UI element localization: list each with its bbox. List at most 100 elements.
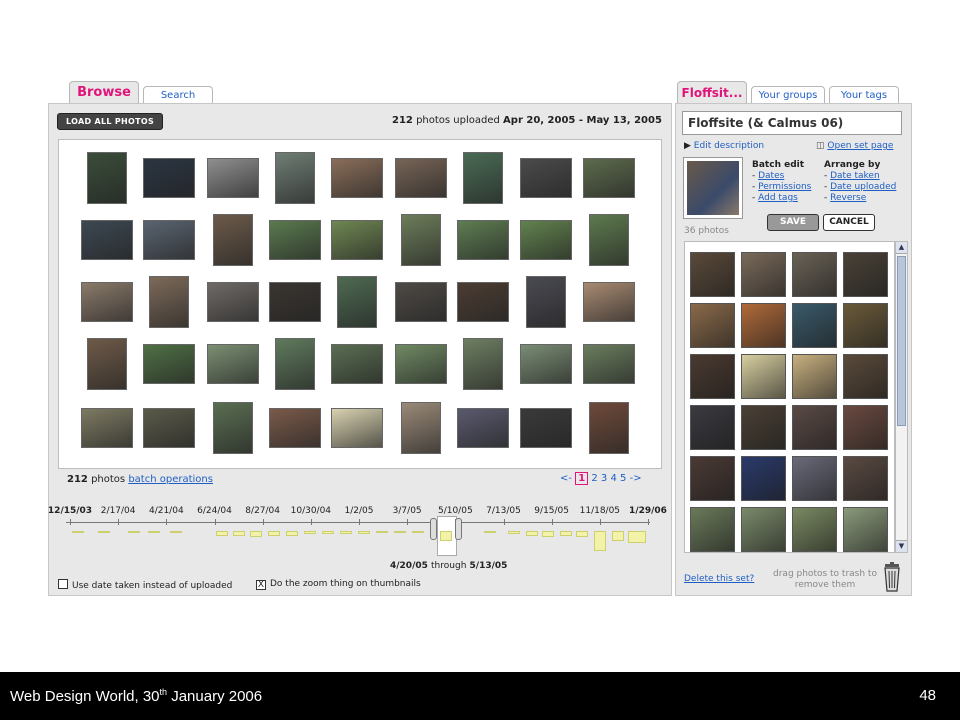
set-photo-thumbnail[interactable]: [792, 252, 837, 297]
photo-thumbnail[interactable]: [520, 344, 572, 384]
pager-next[interactable]: ->: [630, 473, 642, 484]
photo-thumbnail[interactable]: [87, 152, 127, 204]
photo-thumbnail[interactable]: [87, 338, 127, 390]
scroll-down-icon[interactable]: ▼: [896, 540, 907, 552]
set-photo-thumbnail[interactable]: [843, 303, 888, 348]
photo-thumbnail[interactable]: [457, 282, 509, 322]
scroll-thumb[interactable]: [897, 256, 906, 426]
option-zoom[interactable]: X Do the zoom thing on thumbnails: [256, 579, 421, 590]
photo-thumbnail[interactable]: [401, 214, 441, 266]
photo-thumbnail[interactable]: [207, 344, 259, 384]
tab-your-tags[interactable]: Your tags: [829, 86, 899, 104]
tab-your-groups[interactable]: Your groups: [751, 86, 825, 104]
open-set-page[interactable]: ◫ Open set page: [816, 141, 893, 151]
photo-thumbnail[interactable]: [269, 220, 321, 260]
set-photo-thumbnail[interactable]: [843, 252, 888, 297]
photo-thumbnail[interactable]: [81, 220, 133, 260]
set-photo-thumbnail[interactable]: [690, 354, 735, 399]
photo-thumbnail[interactable]: [395, 158, 447, 198]
batch-permissions-link[interactable]: Permissions: [758, 182, 811, 192]
edit-description[interactable]: ▶ Edit description: [684, 141, 764, 151]
set-photo-thumbnail[interactable]: [843, 507, 888, 552]
tab-set[interactable]: Floffsit...: [677, 81, 747, 104]
batch-add-tags-link[interactable]: Add tags: [758, 193, 798, 203]
set-photo-thumbnail[interactable]: [792, 354, 837, 399]
save-button[interactable]: SAVE: [767, 214, 819, 231]
batch-operations-link[interactable]: batch operations: [128, 474, 213, 485]
range-handle-start[interactable]: [430, 518, 437, 540]
photo-thumbnail[interactable]: [143, 220, 195, 260]
photo-thumbnail[interactable]: [589, 402, 629, 454]
set-photo-thumbnail[interactable]: [690, 507, 735, 552]
photo-thumbnail[interactable]: [395, 282, 447, 322]
set-photo-thumbnail[interactable]: [843, 405, 888, 450]
photo-thumbnail[interactable]: [143, 344, 195, 384]
set-photo-thumbnail[interactable]: [741, 405, 786, 450]
photo-thumbnail[interactable]: [149, 276, 189, 328]
zoom-checkbox[interactable]: X: [256, 580, 266, 590]
photo-thumbnail[interactable]: [213, 214, 253, 266]
set-title-field[interactable]: Floffsite (& Calmus 06): [682, 111, 902, 135]
photo-thumbnail[interactable]: [583, 282, 635, 322]
trash-icon[interactable]: [882, 562, 902, 592]
arrange-date-taken-link[interactable]: Date taken: [830, 171, 880, 181]
arrange-date-uploaded-link[interactable]: Date uploaded: [830, 182, 896, 192]
set-photo-thumbnail[interactable]: [843, 456, 888, 501]
photo-thumbnail[interactable]: [269, 282, 321, 322]
photo-thumbnail[interactable]: [520, 158, 572, 198]
arrange-reverse-link[interactable]: Reverse: [830, 193, 866, 203]
set-scrollbar[interactable]: ▲ ▼: [895, 241, 908, 553]
tab-browse[interactable]: Browse: [69, 81, 139, 104]
set-photo-thumbnail[interactable]: [843, 354, 888, 399]
set-photo-thumbnail[interactable]: [741, 354, 786, 399]
photo-thumbnail[interactable]: [81, 282, 133, 322]
photo-thumbnail[interactable]: [269, 408, 321, 448]
pager-prev[interactable]: <-: [560, 473, 572, 484]
photo-thumbnail[interactable]: [520, 220, 572, 260]
tab-search[interactable]: Search: [143, 86, 213, 104]
photo-thumbnail[interactable]: [143, 408, 195, 448]
photo-thumbnail[interactable]: [463, 152, 503, 204]
set-photo-thumbnail[interactable]: [792, 303, 837, 348]
photo-thumbnail[interactable]: [275, 338, 315, 390]
pager-page-5[interactable]: 5: [620, 473, 626, 484]
set-photo-thumbnail[interactable]: [741, 303, 786, 348]
photo-thumbnail[interactable]: [331, 220, 383, 260]
pager-page-3[interactable]: 3: [601, 473, 607, 484]
photo-thumbnail[interactable]: [213, 402, 253, 454]
cancel-button[interactable]: CANCEL: [823, 214, 875, 231]
set-photo-thumbnail[interactable]: [690, 405, 735, 450]
photo-thumbnail[interactable]: [81, 408, 133, 448]
scroll-up-icon[interactable]: ▲: [896, 242, 907, 254]
set-photo-thumbnail[interactable]: [741, 456, 786, 501]
photo-thumbnail[interactable]: [583, 344, 635, 384]
photo-thumbnail[interactable]: [526, 276, 566, 328]
photo-thumbnail[interactable]: [207, 158, 259, 198]
set-photo-thumbnail[interactable]: [792, 507, 837, 552]
photo-thumbnail[interactable]: [331, 408, 383, 448]
option-date-taken[interactable]: Use date taken instead of uploaded: [58, 579, 232, 591]
set-photo-thumbnail[interactable]: [741, 507, 786, 552]
load-all-photos-button[interactable]: LOAD ALL PHOTOS: [57, 113, 164, 130]
photo-thumbnail[interactable]: [143, 158, 195, 198]
photo-thumbnail[interactable]: [337, 276, 377, 328]
photo-thumbnail[interactable]: [457, 408, 509, 448]
set-photo-thumbnail[interactable]: [792, 405, 837, 450]
delete-set-link[interactable]: Delete this set?: [684, 574, 754, 584]
set-photo-thumbnail[interactable]: [741, 252, 786, 297]
photo-thumbnail[interactable]: [457, 220, 509, 260]
set-photo-thumbnail[interactable]: [792, 456, 837, 501]
photo-thumbnail[interactable]: [395, 344, 447, 384]
date-taken-checkbox[interactable]: [58, 579, 68, 589]
photo-thumbnail[interactable]: [463, 338, 503, 390]
photo-thumbnail[interactable]: [583, 158, 635, 198]
pager-page-1[interactable]: 1: [575, 472, 589, 485]
photo-thumbnail[interactable]: [401, 402, 441, 454]
pager-page-4[interactable]: 4: [610, 473, 616, 484]
set-cover-photo[interactable]: [683, 157, 743, 219]
batch-dates-link[interactable]: Dates: [758, 171, 784, 181]
photo-thumbnail[interactable]: [520, 408, 572, 448]
set-photo-thumbnail[interactable]: [690, 252, 735, 297]
photo-thumbnail[interactable]: [275, 152, 315, 204]
set-photo-thumbnail[interactable]: [690, 456, 735, 501]
